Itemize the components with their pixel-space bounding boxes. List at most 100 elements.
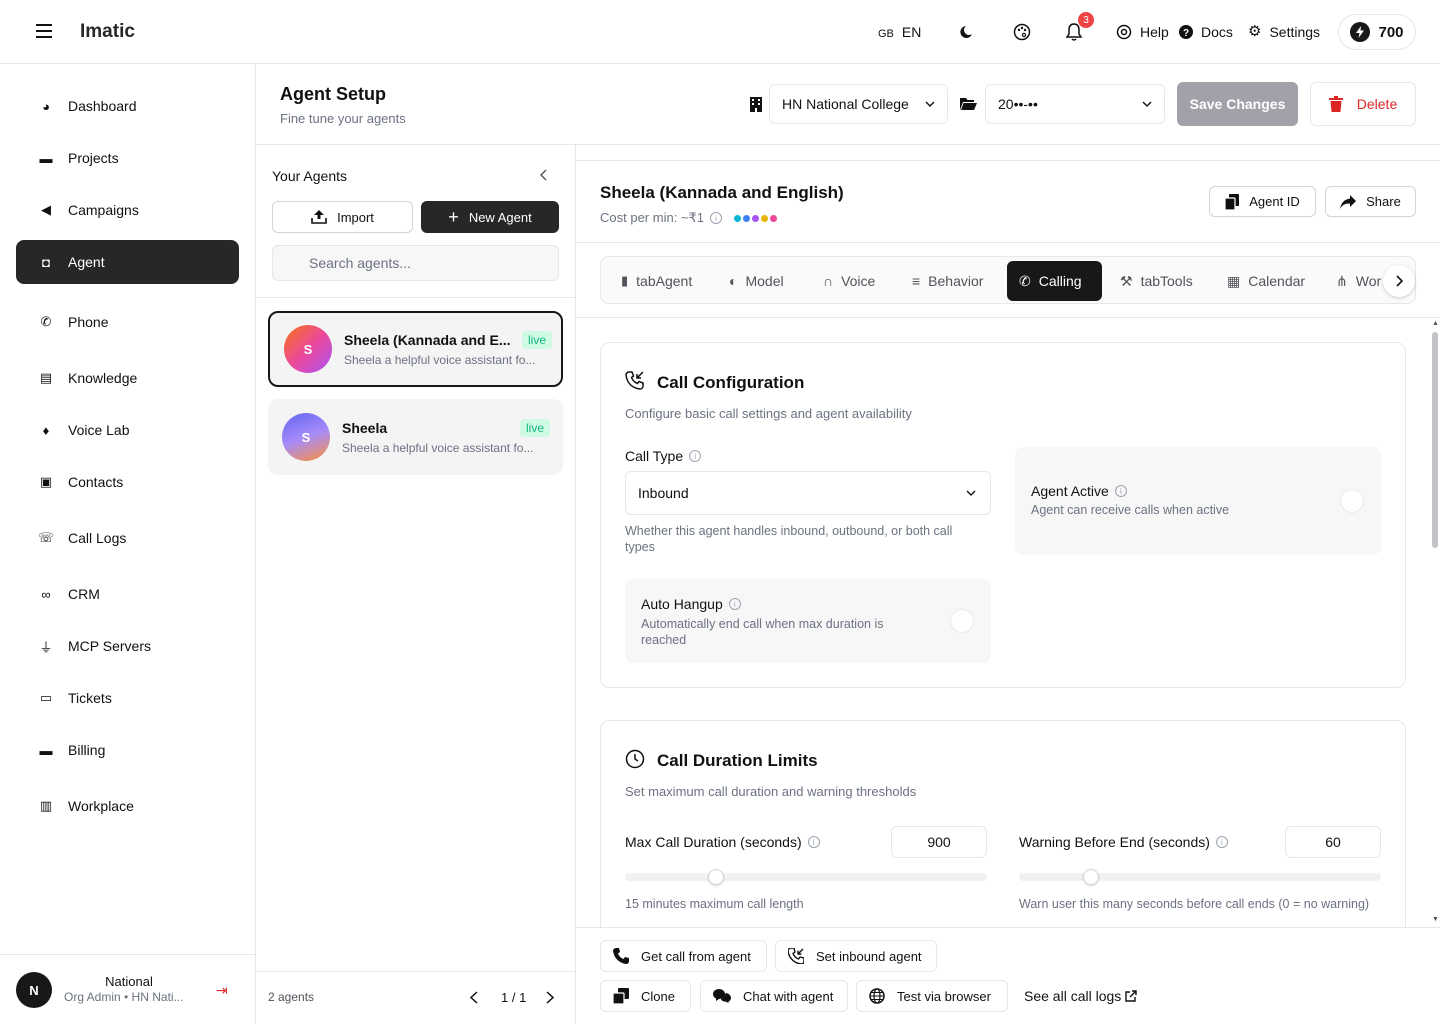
agent-name: Sheela (Kannada and E...: [344, 332, 511, 348]
search-agents-input[interactable]: Search agents...: [272, 245, 559, 281]
warning-input[interactable]: 60: [1285, 826, 1381, 858]
agent-active-toggle[interactable]: [1341, 490, 1363, 512]
max-duration-slider-thumb[interactable]: [707, 869, 724, 885]
get-call-label: Get call from agent: [641, 948, 751, 964]
agent-active-title-text: Agent Active: [1031, 483, 1109, 499]
link-icon: ∞: [41, 586, 51, 602]
share-button[interactable]: Share: [1325, 186, 1416, 217]
prev-page-icon[interactable]: [470, 991, 478, 1004]
agent-card-2[interactable]: S Sheela live Sheela a helpful voice ass…: [268, 399, 563, 475]
max-duration-input[interactable]: 900: [891, 826, 987, 858]
credits-badge[interactable]: 700: [1338, 14, 1416, 50]
sidebar-item-call-logs[interactable]: ☏ Call Logs: [16, 516, 239, 560]
sidebar-item-campaigns[interactable]: ◀ Campaigns: [16, 188, 239, 232]
tab-calling[interactable]: ✆ Calling: [1007, 261, 1102, 301]
warning-slider[interactable]: [1019, 869, 1381, 885]
language-selector[interactable]: GB EN: [878, 24, 921, 40]
clock-icon: [625, 749, 645, 769]
sidebar-item-crm[interactable]: ∞ CRM: [16, 572, 239, 616]
new-agent-button[interactable]: + New Agent: [421, 201, 559, 233]
sidebar-item-projects[interactable]: ▬ Projects: [16, 136, 239, 180]
collapse-chevron-icon[interactable]: [540, 169, 547, 181]
sidebar-item-knowledge[interactable]: ▤ Knowledge: [16, 356, 239, 400]
phone-incoming-icon: [625, 371, 645, 391]
org-select[interactable]: HN National College: [769, 84, 948, 124]
agent-card-1[interactable]: S Sheela (Kannada and E... live Sheela a…: [268, 311, 563, 387]
sidebar-item-label: Workplace: [68, 798, 134, 814]
language-label: EN: [901, 24, 922, 40]
max-duration-slider[interactable]: [625, 869, 987, 885]
card-icon: ▬: [39, 742, 53, 758]
language-dots: [734, 214, 778, 222]
sidebar-item-dashboard[interactable]: ◕ Dashboard: [16, 84, 239, 128]
set-inbound-label: Set inbound agent: [816, 948, 922, 964]
import-button[interactable]: Import: [272, 201, 413, 233]
sidebar-item-phone[interactable]: ✆ Phone: [16, 300, 239, 344]
warning-label-text: Warning Before End (seconds): [1019, 834, 1210, 850]
tab-behavior[interactable]: ≡ Behavior: [900, 261, 995, 301]
chevron-down-icon: [1142, 101, 1152, 107]
sidebar-item-mcp-servers[interactable]: ⏚ MCP Servers: [16, 624, 239, 668]
external-link-icon: [1125, 990, 1137, 1002]
see-call-logs-link[interactable]: See all call logs: [1024, 988, 1137, 1004]
workflow-icon: ⋔: [1336, 272, 1348, 289]
menu-icon[interactable]: [36, 24, 52, 38]
book-icon: ▤: [39, 370, 53, 385]
get-call-button[interactable]: Get call from agent: [600, 940, 767, 972]
status-badge: live: [519, 419, 550, 437]
tab-label: tabTools: [1140, 273, 1193, 289]
test-browser-button[interactable]: Test via browser: [856, 980, 1008, 1012]
agent-id-button[interactable]: Agent ID: [1209, 186, 1316, 217]
logout-icon[interactable]: ⇥: [216, 982, 228, 999]
sidebar-item-workplace[interactable]: ▥ Workplace: [16, 784, 239, 828]
agent-description: Sheela a helpful voice assistant fo...: [344, 353, 536, 367]
phone-call-icon: ✆: [1019, 272, 1031, 289]
next-page-icon[interactable]: [546, 991, 554, 1004]
help-link[interactable]: Help: [1116, 24, 1169, 40]
tab-label: tabAgent: [636, 273, 693, 289]
tab-voice[interactable]: ∩ Voice: [811, 261, 887, 301]
sidebar-item-contacts[interactable]: ▣ Contacts: [16, 460, 239, 504]
warning-slider-thumb[interactable]: [1083, 869, 1100, 885]
chat-button[interactable]: Chat with agent: [700, 980, 848, 1012]
lightning-icon: [1350, 22, 1371, 42]
save-changes-button[interactable]: Save Changes: [1177, 82, 1298, 126]
tab-agent[interactable]: ▮ tabAgent: [609, 261, 704, 301]
tab-workflow[interactable]: ⋔ Wor: [1324, 261, 1384, 301]
dark-mode-icon[interactable]: [960, 24, 976, 40]
sidebar-item-agent[interactable]: ◘ Agent: [16, 240, 239, 284]
sidebar-item-billing[interactable]: ▬ Billing: [16, 728, 239, 772]
clone-label: Clone: [641, 988, 675, 1004]
tab-tools[interactable]: ⚒ tabTools: [1108, 261, 1205, 301]
plus-icon: +: [448, 207, 459, 227]
tab-model[interactable]: ◐ Model: [717, 261, 796, 301]
call-type-select[interactable]: Inbound: [625, 471, 991, 515]
info-icon: i: [807, 836, 820, 848]
copy-icon: [1225, 193, 1240, 210]
sidebar-item-voice-lab[interactable]: ♦ Voice Lab: [16, 408, 239, 452]
dashboard-icon: ◕: [42, 98, 50, 114]
chat-icon: [713, 989, 731, 1003]
tab-calendar[interactable]: ▦ Calendar: [1215, 261, 1317, 301]
docs-link[interactable]: ? Docs: [1179, 24, 1233, 40]
sidebar-item-tickets[interactable]: ▭ Tickets: [16, 676, 239, 720]
building-icon: ▥: [39, 798, 53, 813]
clone-button[interactable]: Clone: [600, 980, 691, 1012]
sidebar-item-label: Campaigns: [68, 202, 139, 218]
sidebar-footer-divider: [0, 954, 255, 955]
tab-label: Calling: [1038, 273, 1082, 289]
sidebar-item-label: Dashboard: [68, 98, 137, 114]
sidebar-item-label: Agent: [68, 254, 105, 270]
palette-icon[interactable]: [1013, 23, 1031, 41]
set-inbound-button[interactable]: Set inbound agent: [775, 940, 937, 972]
auto-hangup-toggle[interactable]: [951, 610, 973, 632]
footer-divider: [256, 971, 575, 972]
settings-link[interactable]: ⚙ Settings: [1248, 24, 1320, 41]
project-select[interactable]: 20••-••: [985, 84, 1165, 124]
tabs-scroll-right-button[interactable]: [1383, 265, 1415, 297]
brain-icon: ◐: [729, 273, 738, 289]
import-label: Import: [337, 209, 374, 225]
scrollbar[interactable]: ▲ ▼: [1431, 320, 1439, 926]
delete-button[interactable]: Delete: [1310, 82, 1416, 126]
detail-top-divider: [576, 160, 1440, 161]
